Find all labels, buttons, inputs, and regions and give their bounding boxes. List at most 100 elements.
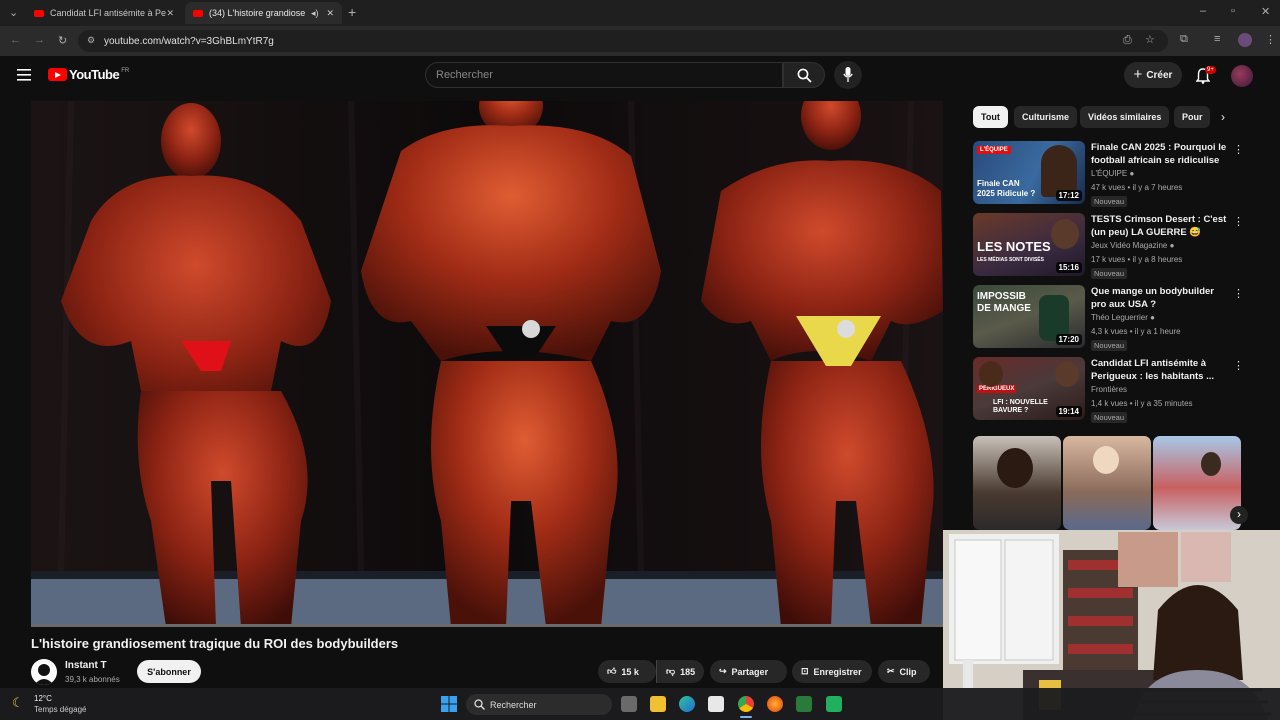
dislike-button[interactable]: 👎︎ 185 <box>656 660 704 683</box>
duration-badge: 17:12 <box>1055 190 1082 201</box>
tab-list-chevron-icon[interactable]: ⌄ <box>9 6 18 19</box>
search-button[interactable] <box>783 62 825 88</box>
browser-menu-icon[interactable]: ⋮ <box>1265 33 1276 46</box>
video-thumbnail[interactable]: PÉRIGUEUX LFI : NOUVELLE BAVURE ? 19:14 <box>973 357 1085 420</box>
speaker-icon[interactable]: ◂) <box>311 8 319 19</box>
recommendation-title[interactable]: Candidat LFI antisémite à Perigueux : le… <box>1091 357 1229 383</box>
window-close-icon[interactable]: ✕ <box>1261 5 1270 18</box>
share-button[interactable]: ↪ Partager <box>710 660 787 683</box>
thumbnail-tag: L'ÉQUIPE <box>977 146 1011 154</box>
site-info-icon[interactable]: ⚙ <box>87 35 95 46</box>
channel-logo-icon <box>34 664 54 685</box>
thumbnail-person <box>997 448 1033 488</box>
chip-similar-videos[interactable]: Vidéos similaires <box>1080 106 1170 128</box>
more-actions-icon[interactable]: ⋮ <box>1233 215 1244 228</box>
recommendation-item[interactable]: PÉRIGUEUX LFI : NOUVELLE BAVURE ? 19:14 … <box>973 357 1244 423</box>
shorts-next-chevron-icon[interactable]: › <box>1230 506 1248 524</box>
weather-moon-icon[interactable]: ☾ <box>12 695 24 711</box>
create-button[interactable]: + Créer <box>1124 62 1182 88</box>
channel-avatar[interactable] <box>31 659 57 685</box>
search-icon <box>797 68 812 83</box>
install-app-icon[interactable]: ⎙ <box>1123 34 1132 47</box>
new-tab-icon[interactable]: + <box>348 4 356 20</box>
close-tab-icon[interactable]: ✕ <box>326 8 334 19</box>
short-thumbnail[interactable] <box>1153 436 1241 530</box>
recommendation-item[interactable]: LES NOTES LES MÉDIAS SONT DIVISÉS 15:16 … <box>973 213 1244 279</box>
more-actions-icon[interactable]: ⋮ <box>1233 359 1244 372</box>
minimize-icon[interactable]: – <box>1200 5 1206 17</box>
chip-for-you[interactable]: Pour <box>1174 106 1210 128</box>
maximize-icon[interactable]: ▫ <box>1231 5 1235 17</box>
video-player[interactable] <box>31 101 943 627</box>
save-button[interactable]: ⊡ Enregistrer <box>792 660 872 683</box>
file-explorer-icon[interactable] <box>650 696 666 712</box>
scissors-icon: ✂ <box>887 666 895 676</box>
browser-tab-2[interactable]: (34) L'histoire grandioseme ◂) ✕ <box>185 2 342 24</box>
chip-all[interactable]: Tout <box>973 106 1008 128</box>
spreadsheet-app-icon[interactable] <box>796 696 812 712</box>
taskbar-search[interactable]: Rechercher <box>466 694 612 715</box>
close-tab-icon[interactable]: ✕ <box>166 8 174 19</box>
messaging-app-icon[interactable] <box>826 696 842 712</box>
thumbnail-person <box>979 361 1003 387</box>
weather-temperature[interactable]: 12°C <box>34 694 52 703</box>
recommendation-title[interactable]: Finale CAN 2025 : Pourquoi le football a… <box>1091 141 1229 167</box>
recommendation-item[interactable]: L'ÉQUIPE Finale CAN 2025 Ridicule ? 17:1… <box>973 141 1244 207</box>
chrome-browser-icon[interactable] <box>738 696 754 712</box>
subscriber-count: 39,3 k abonnés <box>65 675 120 684</box>
weather-condition[interactable]: Temps dégagé <box>34 705 86 714</box>
search-placeholder: Rechercher <box>436 69 493 81</box>
create-label: Créer <box>1146 69 1173 81</box>
chips-next-chevron-icon[interactable]: › <box>1221 110 1225 124</box>
save-label: Enregistrer <box>813 666 862 677</box>
back-icon[interactable]: ← <box>10 34 21 46</box>
more-actions-icon[interactable]: ⋮ <box>1233 143 1244 156</box>
thumbs-up-icon: 👍︎ <box>607 666 617 676</box>
account-avatar[interactable] <box>1231 65 1253 87</box>
short-thumbnail[interactable] <box>973 436 1061 530</box>
recommendation-meta: 1,4 k vues • il y a 35 minutes <box>1091 399 1193 408</box>
reload-icon[interactable]: ↻ <box>58 34 67 47</box>
duration-badge: 15:16 <box>1055 262 1082 273</box>
extensions-icon[interactable]: ⧉ <box>1180 33 1188 46</box>
hamburger-menu-icon[interactable] <box>17 69 31 81</box>
browser-tab-1[interactable]: Candidat LFI antisémite à Perig ✕ <box>26 2 182 24</box>
plus-icon: + <box>1133 65 1143 83</box>
windows-start-icon[interactable] <box>441 696 457 712</box>
video-progress-bar[interactable] <box>31 624 943 627</box>
recommendation-title[interactable]: Que mange un bodybuilder pro aux USA ? <box>1091 285 1229 311</box>
firefox-browser-icon[interactable] <box>767 696 783 712</box>
more-actions-icon[interactable]: ⋮ <box>1233 287 1244 300</box>
channel-name[interactable]: Instant T <box>65 660 107 671</box>
forward-icon[interactable]: → <box>34 34 45 46</box>
bookmark-star-icon[interactable]: ☆ <box>1145 33 1155 46</box>
video-thumbnail[interactable]: IMPOSSIB DE MANGE 17:20 <box>973 285 1085 348</box>
like-count: 15 k <box>621 666 639 677</box>
thumbnail-person <box>1201 452 1221 476</box>
voice-search-button[interactable] <box>834 61 862 89</box>
search-input[interactable]: Rechercher <box>425 62 783 88</box>
address-bar[interactable]: ⚙ youtube.com/watch?v=3GhBLmYtR7g <box>78 30 1168 52</box>
chip-bodybuilding[interactable]: Culturisme <box>1014 106 1078 128</box>
subscribe-button[interactable]: S'abonner <box>137 660 201 683</box>
microsoft-store-icon[interactable] <box>708 696 724 712</box>
clip-button[interactable]: ✂ Clip <box>878 660 930 683</box>
video-thumbnail[interactable]: LES NOTES LES MÉDIAS SONT DIVISÉS 15:16 <box>973 213 1085 276</box>
recommendation-item[interactable]: IMPOSSIB DE MANGE 17:20 Que mange un bod… <box>973 285 1244 351</box>
new-badge: Nouveau <box>1091 268 1128 279</box>
media-controls-icon[interactable]: ≡ <box>1214 33 1220 45</box>
recommendation-title[interactable]: TESTS Crimson Desert : C'est (un peu) LA… <box>1091 213 1229 239</box>
youtube-favicon-icon <box>193 9 203 17</box>
active-app-indicator <box>740 716 752 718</box>
youtube-logo[interactable]: YouTube FR <box>48 67 129 82</box>
like-button[interactable]: 👍︎ 15 k <box>598 660 656 683</box>
short-thumbnail[interactable] <box>1063 436 1151 530</box>
edge-browser-icon[interactable] <box>679 696 695 712</box>
new-badge: Nouveau <box>1091 196 1128 207</box>
microphone-icon <box>843 67 853 82</box>
share-label: Partager <box>731 666 769 677</box>
task-view-icon[interactable] <box>621 696 637 712</box>
video-thumbnail[interactable]: L'ÉQUIPE Finale CAN 2025 Ridicule ? 17:1… <box>973 141 1085 204</box>
thumbnail-text: Finale CAN 2025 Ridicule ? <box>977 179 1036 198</box>
profile-avatar[interactable] <box>1238 33 1252 47</box>
